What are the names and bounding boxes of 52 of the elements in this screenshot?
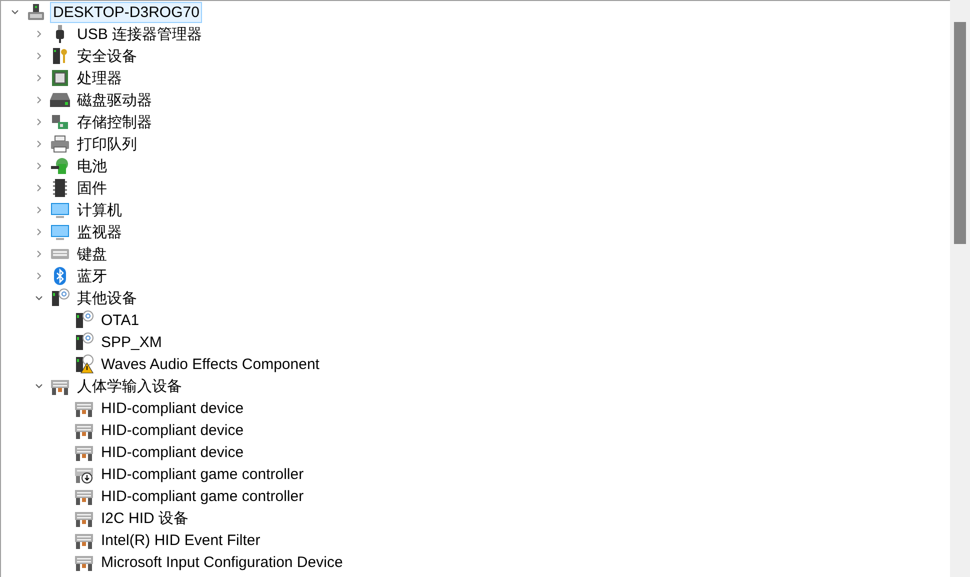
tree-item[interactable]: HID-compliant game controller xyxy=(98,464,307,484)
expand-chevron-icon[interactable] xyxy=(34,117,44,127)
computer-icon xyxy=(26,2,46,22)
tree-item[interactable]: HID-compliant device xyxy=(98,420,247,440)
tree-item[interactable]: SPP_XM xyxy=(98,332,165,352)
tree-item[interactable]: Microsoft Input Configuration Device xyxy=(98,552,346,572)
expand-chevron-icon[interactable] xyxy=(34,73,44,83)
expand-chevron-icon[interactable] xyxy=(34,227,44,237)
tree-item[interactable]: 固件 xyxy=(74,178,110,198)
collapse-chevron-icon[interactable] xyxy=(10,7,20,17)
device-warning-icon xyxy=(74,354,94,374)
tree-item[interactable]: HID-compliant game controller xyxy=(98,486,307,506)
expand-chevron-icon[interactable] xyxy=(34,139,44,149)
tree-item[interactable]: 处理器 xyxy=(74,68,125,88)
tree-item[interactable]: USB 连接器管理器 xyxy=(74,24,206,44)
tree-item[interactable]: 蓝牙 xyxy=(74,266,110,286)
expand-chevron-icon[interactable] xyxy=(34,249,44,259)
tree-item[interactable]: 人体学输入设备 xyxy=(74,376,185,396)
collapse-chevron-icon[interactable] xyxy=(34,381,44,391)
tree-item[interactable]: Waves Audio Effects Component xyxy=(98,354,322,374)
tree-item[interactable]: 监视器 xyxy=(74,222,125,242)
expand-chevron-icon[interactable] xyxy=(34,29,44,39)
tree-item[interactable]: Intel(R) HID Event Filter xyxy=(98,530,264,550)
printer-icon xyxy=(50,134,70,154)
expand-chevron-icon[interactable] xyxy=(34,161,44,171)
expand-chevron-icon[interactable] xyxy=(34,95,44,105)
tree-item[interactable]: 打印队列 xyxy=(74,134,140,154)
tree-item[interactable]: 键盘 xyxy=(74,244,110,264)
tree-item[interactable]: HID-compliant device xyxy=(98,398,247,418)
tree-item[interactable]: 计算机 xyxy=(74,200,125,220)
expand-chevron-icon[interactable] xyxy=(34,205,44,215)
expand-chevron-icon[interactable] xyxy=(34,183,44,193)
scrollbar-thumb[interactable] xyxy=(954,22,966,244)
tree-item[interactable]: 存储控制器 xyxy=(74,112,155,132)
drive-icon xyxy=(50,90,70,110)
monitor-icon xyxy=(50,222,70,242)
tree-item[interactable]: 其他设备 xyxy=(74,288,140,308)
chip-icon xyxy=(50,68,70,88)
collapse-chevron-icon[interactable] xyxy=(34,293,44,303)
tree-item[interactable]: 安全设备 xyxy=(74,46,140,66)
tree-item[interactable]: OTA1 xyxy=(98,310,142,330)
tree-item[interactable]: HID-compliant device xyxy=(98,442,247,462)
tree-item[interactable]: DESKTOP-D3ROG70 xyxy=(50,2,202,22)
tree-item[interactable]: 电池 xyxy=(74,156,110,176)
tree-item[interactable]: I2C HID 设备 xyxy=(98,508,192,528)
key-icon xyxy=(50,46,70,66)
monitor-icon xyxy=(50,200,70,220)
tree-item[interactable]: 磁盘驱动器 xyxy=(74,90,155,110)
chip-icon xyxy=(50,178,70,198)
storage-controller-icon xyxy=(50,112,70,132)
expand-chevron-icon[interactable] xyxy=(34,51,44,61)
expand-chevron-icon[interactable] xyxy=(34,271,44,281)
